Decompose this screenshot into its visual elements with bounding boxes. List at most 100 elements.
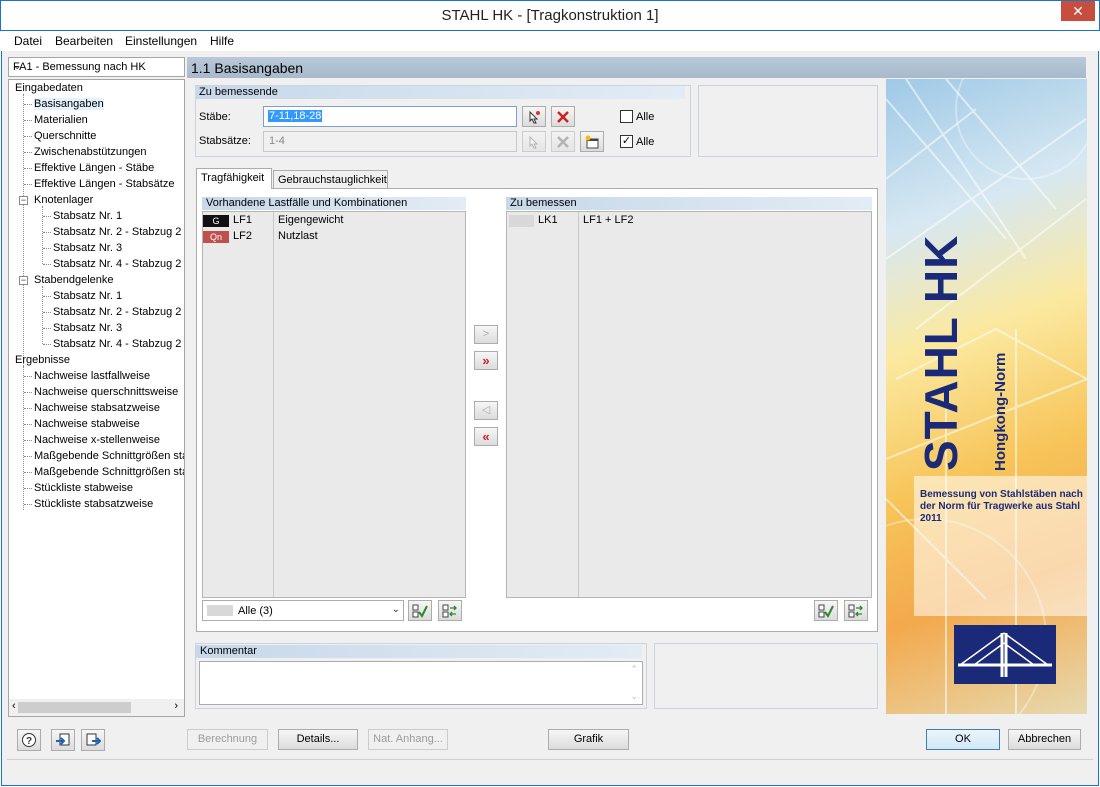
tree-item-basisangaben[interactable]: Basisangaben	[34, 98, 104, 110]
staebe-alle-checkbox[interactable]	[620, 110, 633, 123]
tree-line	[24, 184, 32, 185]
load-description: LF1 + LF2	[583, 214, 634, 226]
stabsaetze-input[interactable]: 1-4	[263, 131, 517, 152]
tree-item-effektive-laengen-staebe[interactable]: Effektive Längen - Stäbe	[34, 162, 154, 174]
tree-item-effektive-laengen-stabsaetze[interactable]: Effektive Längen - Stabsätze	[34, 178, 174, 190]
tree-line	[24, 456, 32, 457]
tree-item-knotenlager-stabsatz-4[interactable]: Stabsatz Nr. 4 - Stabzug 2	[53, 258, 181, 270]
new-window-icon	[585, 135, 599, 149]
tree-item-knotenlager-stabsatz-3[interactable]: Stabsatz Nr. 3	[53, 242, 122, 254]
tree-item-stabendgelenke[interactable]: Stabendgelenke	[34, 274, 114, 286]
status-bar	[7, 759, 1093, 779]
tree-item-nachweise-stabweise[interactable]: Nachweise stabweise	[34, 418, 140, 430]
tree-scroll-thumb[interactable]	[18, 702, 131, 713]
select-all-available-button[interactable]	[408, 600, 432, 621]
add-one-button[interactable]: >	[474, 325, 498, 344]
cursor-pick-icon	[529, 110, 540, 124]
tree-line	[43, 232, 51, 233]
remove-all-button[interactable]: «	[474, 427, 498, 446]
scroll-down-icon[interactable]: ⌄	[630, 691, 638, 702]
menu-datei[interactable]: Datei	[14, 34, 42, 48]
tree-item-stueckliste-stabweise[interactable]: Stückliste stabweise	[34, 482, 133, 494]
export-button[interactable]	[81, 729, 105, 751]
tree-item-nachweise-x-stellenweise[interactable]: Nachweise x-stellenweise	[34, 434, 160, 446]
tree-item-knotenlager[interactable]: Knotenlager	[34, 194, 93, 206]
tree-line	[24, 376, 32, 377]
tree-line	[24, 424, 32, 425]
scroll-right-icon[interactable]: ›	[174, 700, 178, 712]
export-icon	[86, 733, 102, 746]
tree-item-massgebende-schnittgroessen-2[interactable]: Maßgebende Schnittgrößen sta	[34, 466, 184, 478]
clear-staebe-button[interactable]	[551, 106, 575, 127]
menu-hilfe[interactable]: Hilfe	[210, 34, 234, 48]
details-button[interactable]: Details...	[278, 729, 358, 750]
tree-line	[43, 216, 51, 217]
comment-title: Kommentar	[196, 645, 642, 658]
tree-item-stabendgelenke-stabsatz-1[interactable]: Stabsatz Nr. 1	[53, 290, 122, 302]
list-item[interactable]: G LF1 Eigengewicht	[203, 213, 465, 229]
tab-gebrauchstauglichkeit[interactable]: Gebrauchstauglichkeit	[273, 170, 388, 189]
remove-one-button[interactable]: ◁	[474, 401, 498, 420]
select-all-selected-button[interactable]	[814, 600, 838, 621]
nat-anhang-button[interactable]: Nat. Anhang...	[368, 729, 448, 750]
comment-textarea[interactable]: ⌃ ⌄	[199, 661, 643, 705]
tree-line	[24, 392, 32, 393]
load-badge: G	[203, 215, 229, 227]
tree-line	[43, 312, 51, 313]
menu-bearbeiten[interactable]: Bearbeiten	[55, 34, 113, 48]
clear-stabsaetze-button[interactable]	[551, 131, 575, 152]
tree-item-stabendgelenke-stabsatz-4[interactable]: Stabsatz Nr. 4 - Stabzug 2	[53, 338, 181, 350]
staebe-input[interactable]: 7-11,18-28	[263, 106, 517, 127]
pick-staebe-button[interactable]	[522, 106, 546, 127]
tree-item-zwischenabstuetzungen[interactable]: Zwischenabstützungen	[34, 146, 147, 158]
grafik-button[interactable]: Grafik	[548, 729, 629, 750]
abbrechen-button[interactable]: Abbrechen	[1008, 729, 1081, 750]
tree-item-knotenlager-stabsatz-2[interactable]: Stabsatz Nr. 2 - Stabzug 2	[53, 226, 181, 238]
chevron-down-icon: ⌄	[391, 604, 400, 615]
tree-line	[24, 488, 32, 489]
load-badge	[509, 215, 534, 227]
load-description: Nutzlast	[278, 230, 318, 242]
tab-tragfaehigkeit[interactable]: Tragfähigkeit	[196, 168, 272, 189]
berechnung-button[interactable]: Berechnung	[187, 729, 268, 750]
scroll-up-icon[interactable]: ⌃	[630, 664, 638, 675]
load-id: LF1	[233, 214, 252, 226]
tree-line	[43, 248, 51, 249]
stabsaetze-alle-checkbox[interactable]: ✓	[620, 135, 633, 148]
tree-item-massgebende-schnittgroessen-1[interactable]: Maßgebende Schnittgrößen sta	[34, 450, 184, 462]
tree-line	[24, 440, 32, 441]
tree-item-stabendgelenke-stabsatz-2[interactable]: Stabsatz Nr. 2 - Stabzug 2	[53, 306, 181, 318]
import-button[interactable]	[51, 729, 75, 751]
close-button[interactable]: ✕	[1061, 1, 1095, 21]
module-select[interactable]: FA1 - Bemessung nach HK ⌄	[8, 57, 185, 77]
tree-item-nachweise-lastfallweise[interactable]: Nachweise lastfallweise	[34, 370, 150, 382]
tree-item-nachweise-stabsatzweise[interactable]: Nachweise stabsatzweise	[34, 402, 160, 414]
tree-root-eingabedaten[interactable]: Eingabedaten	[15, 82, 83, 94]
menu-einstellungen[interactable]: Einstellungen	[125, 34, 197, 48]
available-loads-list	[202, 211, 466, 598]
tree-item-materialien[interactable]: Materialien	[34, 114, 88, 126]
scroll-left-icon[interactable]: ‹	[12, 700, 16, 712]
list-item[interactable]: Qn LF2 Nutzlast	[203, 229, 465, 245]
load-filter-select[interactable]: Alle (3) ⌄	[202, 600, 404, 621]
tree-root-ergebnisse[interactable]: Ergebnisse	[15, 354, 70, 366]
pick-stabsaetze-button[interactable]	[522, 131, 546, 152]
add-all-button[interactable]: »	[474, 351, 498, 370]
invert-available-button[interactable]	[438, 600, 462, 621]
list-item[interactable]: LK1 LF1 + LF2	[507, 213, 871, 229]
ok-button[interactable]: OK	[926, 729, 1000, 750]
new-stabsatz-button[interactable]	[580, 131, 604, 152]
collapse-icon[interactable]: −	[19, 196, 28, 205]
invert-selected-button[interactable]	[844, 600, 868, 621]
tree-item-stueckliste-stabsatzweise[interactable]: Stückliste stabsatzweise	[34, 498, 153, 510]
selected-loads-list	[506, 211, 872, 598]
tree-item-nachweise-querschnittsweise[interactable]: Nachweise querschnittsweise	[34, 386, 178, 398]
tree-item-stabendgelenke-stabsatz-3[interactable]: Stabsatz Nr. 3	[53, 322, 122, 334]
tree-item-querschnitte[interactable]: Querschnitte	[34, 130, 96, 142]
collapse-icon[interactable]: −	[19, 276, 28, 285]
tree-line	[24, 152, 32, 153]
tree-line	[43, 264, 51, 265]
tree-item-knotenlager-stabsatz-1[interactable]: Stabsatz Nr. 1	[53, 210, 122, 222]
svg-text:?: ?	[26, 736, 32, 747]
help-button[interactable]: ?	[17, 729, 41, 751]
